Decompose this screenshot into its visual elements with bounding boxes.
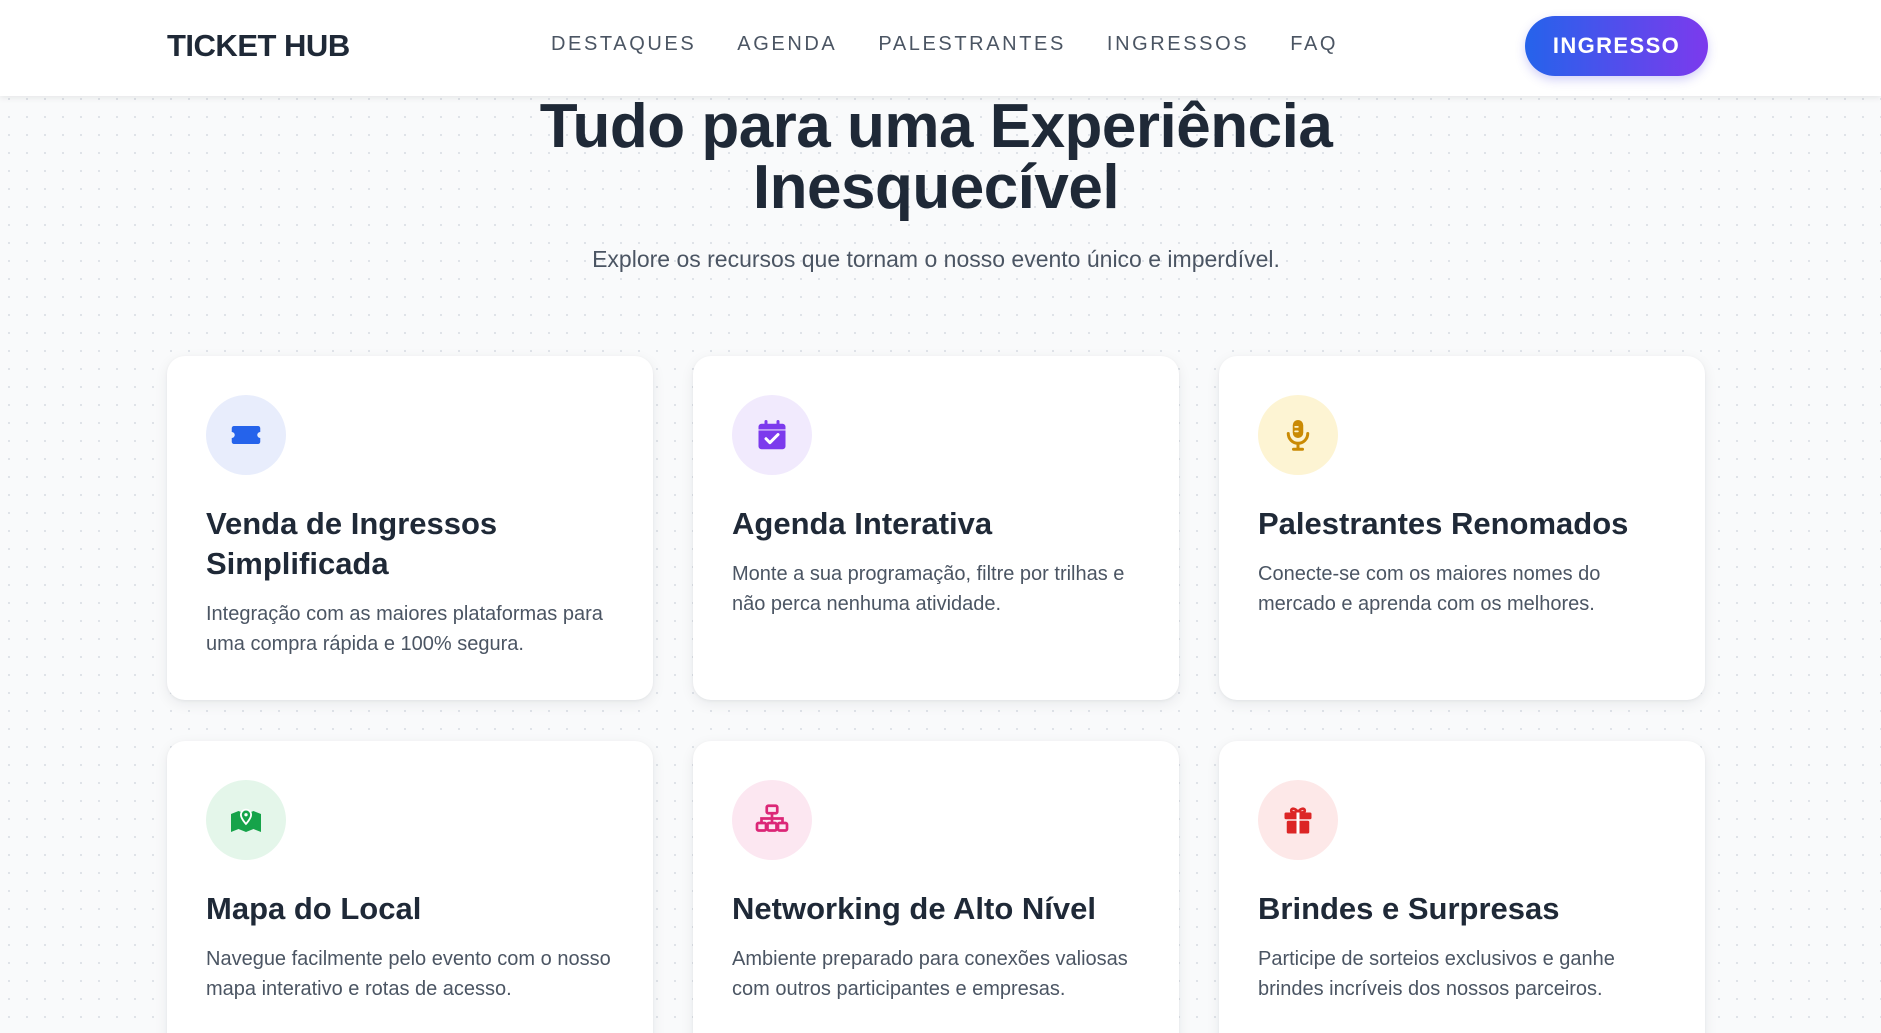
calendar-check-icon: [732, 395, 812, 475]
feature-card-mapa: Mapa do Local Navegue facilmente pelo ev…: [167, 741, 653, 1033]
feature-card-palestrantes: Palestrantes Renomados Conecte-se com os…: [1219, 356, 1705, 700]
feature-title: Brindes e Surpresas: [1258, 891, 1560, 926]
nav-link-agenda[interactable]: AGENDA: [737, 33, 837, 56]
nav-link-destaques[interactable]: DESTAQUES: [551, 33, 696, 56]
feature-description: Monte a sua programação, filtre por tril…: [732, 563, 1125, 615]
microphone-icon: [1258, 395, 1338, 475]
feature-title: Networking de Alto Nível: [732, 891, 1097, 926]
feature-description: Navegue facilmente pelo evento com o nos…: [206, 948, 611, 1000]
section-title-line2: Inesquecível: [752, 153, 1120, 222]
gift-icon-glyph: [1284, 807, 1312, 834]
feature-description: Conecte-se com os maiores nomes do merca…: [1258, 563, 1601, 615]
feature-title: Venda de Ingressos Simplificada: [206, 506, 498, 581]
nav-links: DESTAQUES AGENDA PALESTRANTES INGRESSOS …: [551, 33, 1379, 56]
feature-card-agenda: Agenda Interativa Monte a sua programaçã…: [693, 356, 1179, 700]
nav-link-faq[interactable]: FAQ: [1290, 33, 1338, 56]
network-icon-glyph: [755, 804, 789, 832]
section-title-line1: Tudo para uma Experiência: [539, 92, 1333, 161]
navbar: TICKET HUB DESTAQUES AGENDA PALESTRANTES…: [0, 0, 1881, 96]
feature-card-ingressos: Venda de Ingressos Simplificada Integraç…: [167, 356, 653, 700]
feature-card-networking: Networking de Alto Nível Ambiente prepar…: [693, 741, 1179, 1033]
feature-description: Participe de sorteios exclusivos e ganhe…: [1258, 948, 1615, 1000]
section-title: Tudo para uma Experiência Inesquecível: [0, 96, 1872, 219]
network-icon: [732, 780, 812, 860]
microphone-icon-glyph: [1286, 420, 1310, 451]
gift-icon: [1258, 780, 1338, 860]
map-pin-icon-glyph: [231, 808, 261, 832]
section-subtitle: Explore os recursos que tornam o nosso e…: [592, 246, 1280, 272]
ticket-icon: [206, 395, 286, 475]
map-pin-icon: [206, 780, 286, 860]
feature-description: Ambiente preparado para conexões valiosa…: [732, 948, 1128, 1000]
nav-link-palestrantes[interactable]: PALESTRANTES: [878, 33, 1066, 56]
feature-title: Mapa do Local: [206, 891, 422, 926]
ingresso-button[interactable]: INGRESSO: [1525, 16, 1708, 76]
feature-title: Agenda Interativa: [732, 506, 993, 541]
feature-card-brindes: Brindes e Surpresas Participe de sorteio…: [1219, 741, 1705, 1033]
feature-title: Palestrantes Renomados: [1258, 506, 1629, 541]
site-logo[interactable]: TICKET HUB: [167, 28, 350, 64]
feature-description: Integração com as maiores plataformas pa…: [206, 603, 603, 655]
ticket-icon-glyph: [231, 426, 261, 444]
nav-link-ingressos[interactable]: INGRESSOS: [1107, 33, 1249, 56]
calendar-check-icon-glyph: [758, 420, 786, 450]
